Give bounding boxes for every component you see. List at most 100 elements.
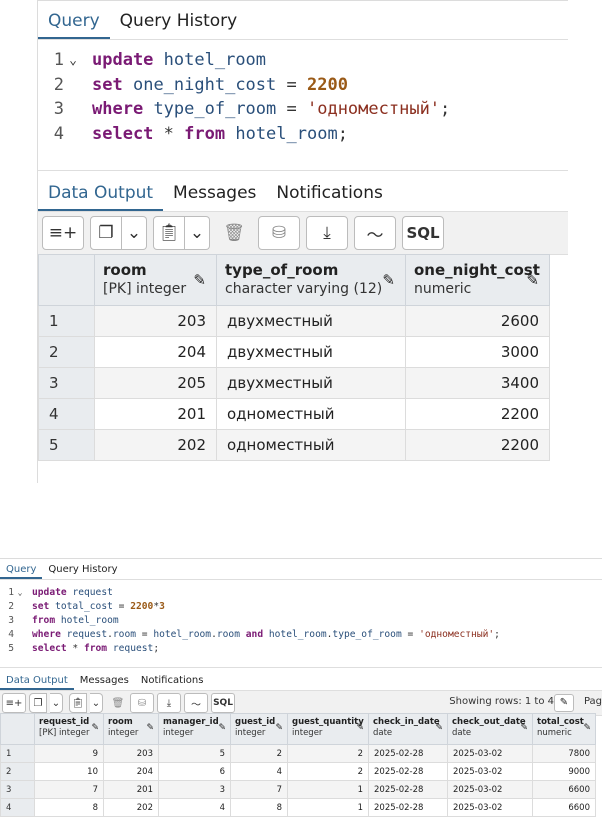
delete-button[interactable]: 🗑︎: [216, 217, 252, 249]
paste-button[interactable]: 📋︎: [69, 693, 87, 713]
table-cell[interactable]: 2025-03-02: [447, 762, 533, 781]
table-cell[interactable]: 2: [287, 744, 369, 763]
table-cell[interactable]: 2025-02-28: [368, 798, 448, 817]
table-cell[interactable]: 7: [230, 780, 288, 799]
table-cell[interactable]: 202: [103, 798, 159, 817]
table-cell[interactable]: 201: [94, 398, 217, 430]
edit-rows-button[interactable]: ✎: [554, 694, 574, 712]
table-cell[interactable]: двухместный: [216, 336, 406, 368]
table-cell[interactable]: 204: [103, 762, 159, 781]
tab-notifications[interactable]: Notifications: [266, 183, 392, 211]
table-cell[interactable]: 4: [158, 798, 231, 817]
table-cell[interactable]: 10: [34, 762, 104, 781]
column-header[interactable]: guest_id integer ✎: [230, 713, 288, 745]
table-row[interactable]: 1 9 203 5 2 2 2025-02-28 2025-03-02 7800: [0, 744, 596, 763]
table-cell[interactable]: 205: [94, 367, 217, 399]
table-cell[interactable]: 2: [287, 762, 369, 781]
column-header[interactable]: check_in_date date ✎: [368, 713, 448, 745]
table-cell[interactable]: 4: [230, 762, 288, 781]
column-header[interactable]: type_of_room character varying (12) ✎: [216, 254, 406, 306]
code-line[interactable]: 4 select * from hotel_room;: [38, 122, 348, 146]
sql-editor[interactable]: 1 ⌄ update request 2 set total_cost = 2200*3…: [0, 580, 602, 668]
table-row[interactable]: 4 201 одноместный 2200: [38, 398, 550, 430]
table-row[interactable]: 1 203 двухместный 2600: [38, 305, 550, 337]
tab-query-history[interactable]: Query History: [110, 11, 248, 39]
table-cell[interactable]: 203: [94, 305, 217, 337]
table-cell[interactable]: 5: [158, 744, 231, 763]
fold-chevron-icon[interactable]: ⌄: [14, 588, 26, 597]
tab-data-output[interactable]: Data Output: [0, 675, 74, 690]
table-cell[interactable]: 2025-02-28: [368, 780, 448, 799]
table-cell[interactable]: 6: [158, 762, 231, 781]
column-header[interactable]: one_night_cost numeric ✎: [405, 254, 550, 306]
tab-messages[interactable]: Messages: [74, 675, 135, 690]
tab-notifications[interactable]: Notifications: [135, 675, 210, 690]
table-row[interactable]: 4 8 202 4 8 1 2025-02-28 2025-03-02 6600: [0, 798, 596, 817]
add-row-button[interactable]: ≡+: [2, 693, 26, 713]
table-cell[interactable]: 3: [158, 780, 231, 799]
table-cell[interactable]: 203: [103, 744, 159, 763]
column-header[interactable]: request_id [PK] integer ✎: [34, 713, 104, 745]
paste-options-button[interactable]: ⌄: [185, 216, 210, 250]
copy-button[interactable]: ❐: [90, 216, 122, 250]
table-cell[interactable]: 2600: [405, 305, 550, 337]
delete-button[interactable]: 🗑︎: [109, 694, 127, 712]
tab-query[interactable]: Query: [0, 564, 43, 579]
table-row[interactable]: 2 10 204 6 4 2 2025-02-28 2025-03-02 9000: [0, 762, 596, 781]
tab-messages[interactable]: Messages: [163, 183, 266, 211]
table-row[interactable]: 3 205 двухместный 3400: [38, 367, 550, 399]
table-cell[interactable]: 6600: [532, 798, 596, 817]
paste-button[interactable]: 📋︎: [153, 216, 185, 250]
column-header[interactable]: room [PK] integer ✎: [94, 254, 217, 306]
column-header[interactable]: check_out_date date ✎: [447, 713, 533, 745]
tab-query[interactable]: Query: [38, 11, 110, 39]
code-line[interactable]: 3 where type_of_room = 'одноместный';: [38, 97, 451, 121]
table-cell[interactable]: 1: [287, 780, 369, 799]
copy-button[interactable]: ❐: [29, 693, 47, 713]
tab-query-history[interactable]: Query History: [42, 564, 123, 579]
code-line[interactable]: 1 ⌄ update hotel_room: [38, 48, 266, 72]
table-cell[interactable]: двухместный: [216, 367, 406, 399]
column-header[interactable]: guest_quantity integer ✎: [287, 713, 369, 745]
save-data-button[interactable]: ⛁: [130, 693, 154, 713]
code-line[interactable]: 5 select * from request;: [0, 641, 159, 655]
column-header[interactable]: manager_id integer ✎: [158, 713, 231, 745]
code-line[interactable]: 2 set one_night_cost = 2200: [38, 73, 348, 97]
table-cell[interactable]: 1: [287, 798, 369, 817]
table-cell[interactable]: одноместный: [216, 429, 406, 461]
table-row[interactable]: 5 202 одноместный 2200: [38, 429, 550, 461]
table-cell[interactable]: 6600: [532, 780, 596, 799]
tab-data-output[interactable]: Data Output: [38, 183, 164, 211]
download-button[interactable]: ⤓: [157, 693, 181, 713]
code-line[interactable]: 3 from hotel_room: [0, 613, 118, 627]
copy-options-button[interactable]: ⌄: [122, 216, 147, 250]
table-cell[interactable]: двухместный: [216, 305, 406, 337]
table-cell[interactable]: 9000: [532, 762, 596, 781]
copy-options-button[interactable]: ⌄: [50, 693, 63, 713]
table-cell[interactable]: 2: [230, 744, 288, 763]
table-cell[interactable]: 2025-03-02: [447, 780, 533, 799]
table-cell[interactable]: 7: [34, 780, 104, 799]
table-cell[interactable]: 204: [94, 336, 217, 368]
table-cell[interactable]: одноместный: [216, 398, 406, 430]
table-cell[interactable]: 2025-02-28: [368, 762, 448, 781]
table-cell[interactable]: 202: [94, 429, 217, 461]
download-button[interactable]: ⤓: [306, 216, 348, 250]
table-cell[interactable]: 2025-03-02: [447, 744, 533, 763]
graph-button[interactable]: 〜: [184, 693, 208, 713]
sql-button[interactable]: SQL: [211, 693, 235, 713]
table-row[interactable]: 2 204 двухместный 3000: [38, 336, 550, 368]
table-cell[interactable]: 2200: [405, 398, 550, 430]
sql-editor[interactable]: 1 ⌄ update hotel_room 2 set one_night_cost =…: [38, 40, 568, 171]
table-cell[interactable]: 2025-03-02: [447, 798, 533, 817]
code-line[interactable]: 4 where request.room = hotel_room.room an…: [0, 627, 500, 641]
code-line[interactable]: 2 set total_cost = 2200*3: [0, 599, 165, 613]
table-cell[interactable]: 2025-02-28: [368, 744, 448, 763]
fold-chevron-icon[interactable]: ⌄: [64, 53, 82, 68]
add-row-button[interactable]: ≡+: [42, 216, 84, 250]
save-data-button[interactable]: ⛁: [258, 216, 300, 250]
graph-button[interactable]: 〜: [354, 216, 396, 250]
code-line[interactable]: 1 ⌄ update request: [0, 585, 113, 599]
column-header[interactable]: room integer ✎: [103, 713, 159, 745]
table-cell[interactable]: 2200: [405, 429, 550, 461]
